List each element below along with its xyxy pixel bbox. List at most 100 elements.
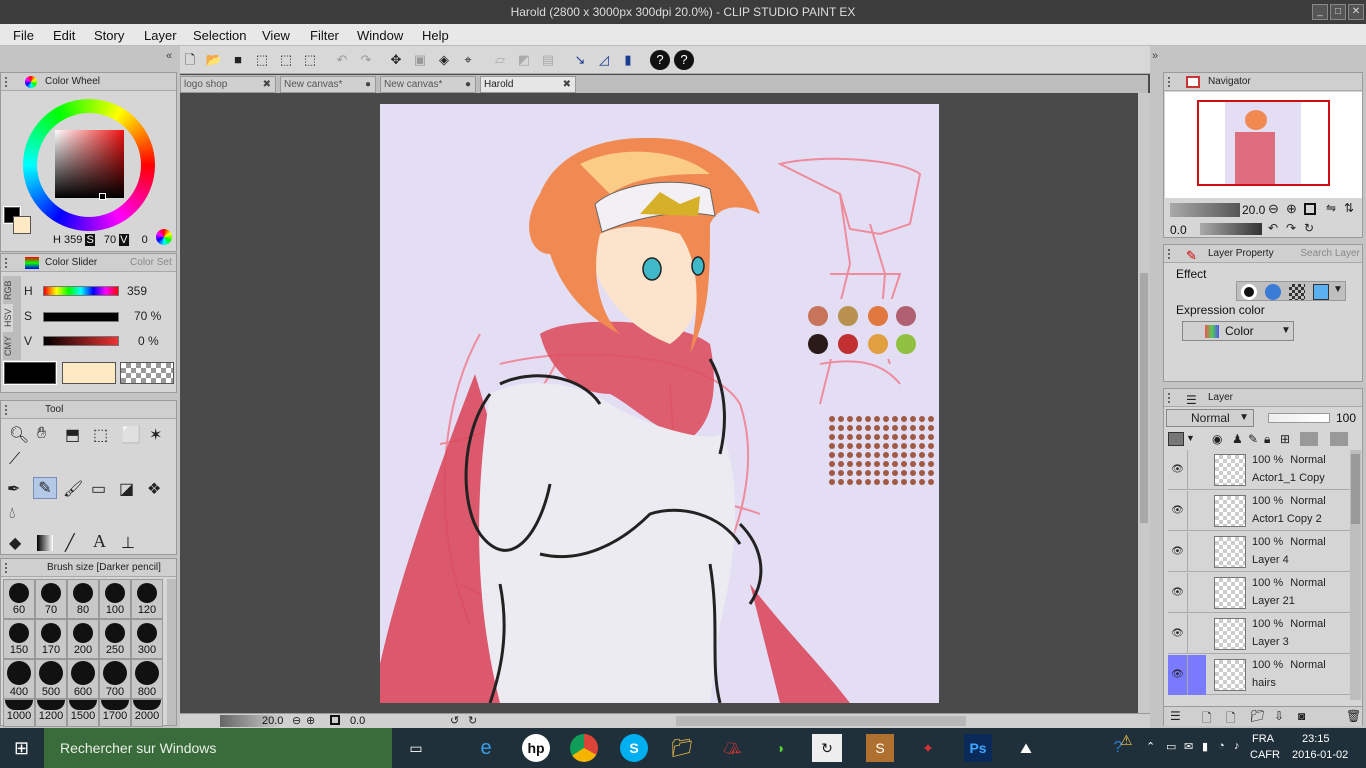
undo-icon[interactable]: ↶: [332, 50, 352, 70]
panel-grip-icon[interactable]: [5, 563, 13, 573]
brush-size-cell[interactable]: 700: [99, 659, 131, 699]
fit-view-icon[interactable]: [330, 715, 340, 725]
zoom-in-icon[interactable]: ⊕: [1286, 201, 1297, 217]
border-effect-icon[interactable]: [1241, 284, 1257, 300]
new-raster-layer-icon[interactable]: 🗋: [1202, 709, 1212, 730]
gradient-tool-icon[interactable]: [37, 535, 53, 551]
battery-icon[interactable]: ▮: [1202, 740, 1208, 753]
tab-color-slider[interactable]: Color Slider: [45, 257, 97, 268]
brush-size-cell[interactable]: 1700: [99, 699, 131, 727]
layer-menu-icon[interactable]: ☰: [1170, 709, 1181, 723]
layer-scroll-thumb[interactable]: [1351, 454, 1360, 524]
ruler-icon[interactable]: ▱: [490, 50, 510, 70]
skype-icon[interactable]: S: [620, 734, 648, 762]
tab-color-set[interactable]: Color Set: [130, 257, 172, 268]
menu-story[interactable]: Story: [94, 28, 124, 43]
brush-size-cell[interactable]: 2000: [131, 699, 163, 727]
panel-grip-icon[interactable]: [1168, 393, 1176, 403]
eye-icon[interactable]: 👁︎: [1168, 655, 1188, 695]
blend-mode-select[interactable]: Normal ▼: [1166, 409, 1254, 427]
open-icon[interactable]: 📂: [204, 50, 224, 70]
vertical-scroll-thumb[interactable]: [1140, 273, 1148, 523]
layer-row[interactable]: 👁︎ 100 % Normal Layer 4: [1168, 532, 1350, 572]
menu-edit[interactable]: Edit: [53, 28, 75, 43]
help-context-icon[interactable]: ?: [674, 50, 694, 70]
new-vector-layer-icon[interactable]: 🗋: [1226, 709, 1236, 730]
keyboard-layout[interactable]: CAFR: [1250, 749, 1280, 761]
tab-rgb[interactable]: RGB: [3, 276, 13, 304]
panel-grip-icon[interactable]: [5, 258, 13, 268]
ruler-snap-icon[interactable]: ◩: [514, 50, 534, 70]
pattern-effect-icon[interactable]: [1289, 284, 1305, 300]
vertical-scrollbar[interactable]: [1138, 93, 1150, 713]
help-icon[interactable]: ?: [650, 50, 670, 70]
collapse-left-icon[interactable]: «: [166, 50, 178, 66]
hand-tool-icon[interactable]: ✋︎: [37, 425, 46, 443]
clip-layer-icon[interactable]: ◉: [1212, 432, 1222, 446]
flip-v-icon[interactable]: ⇅: [1344, 201, 1354, 215]
slider-s[interactable]: [43, 312, 119, 322]
tray-icon[interactable]: ▭: [1166, 740, 1176, 753]
transform-icon[interactable]: ✥: [386, 50, 406, 70]
panel-grip-icon[interactable]: [1168, 77, 1176, 87]
lock-alpha-icon[interactable]: ⊞: [1280, 432, 1290, 446]
new-folder-icon[interactable]: 📁︎: [1250, 709, 1265, 723]
zoom-out-icon[interactable]: ⊖: [1268, 201, 1279, 217]
photoshop-icon[interactable]: Ps: [964, 734, 992, 762]
reset-rotate-icon[interactable]: ↻: [1304, 221, 1314, 235]
ruler-link-icon[interactable]: [1330, 432, 1348, 446]
menu-file[interactable]: File: [13, 28, 34, 43]
clip-studio-icon[interactable]: ↻: [812, 734, 842, 762]
app-icon[interactable]: ◑: [766, 734, 794, 762]
wifi-icon[interactable]: ◔: [1218, 740, 1225, 752]
decoration-tool-icon[interactable]: ❖: [147, 479, 161, 499]
lock-layer-icon[interactable]: 🔒︎: [1264, 432, 1270, 447]
brush-size-cell[interactable]: 170: [35, 619, 67, 659]
fill-icon[interactable]: ◈: [434, 50, 454, 70]
navigator-view-frame[interactable]: [1197, 100, 1330, 186]
zoom-out-icon[interactable]: ⊖: [292, 714, 301, 727]
perspective-icon[interactable]: ▤: [538, 50, 558, 70]
pen-tool-icon[interactable]: ✒︎: [7, 479, 20, 499]
warning-icon[interactable]: ⚠: [1120, 732, 1133, 749]
collapse-right-icon[interactable]: »: [1152, 50, 1166, 66]
layer-color-icon[interactable]: [1313, 284, 1329, 300]
brush-size-cell[interactable]: 150: [3, 619, 35, 659]
blend-tool-icon[interactable]: 💧︎: [9, 505, 15, 523]
select-icon[interactable]: ⬚: [252, 50, 272, 70]
pen-icon[interactable]: ↘: [570, 50, 590, 70]
tab-hsv[interactable]: HSV: [3, 304, 13, 332]
eyedropper-icon[interactable]: ⟋: [9, 451, 20, 469]
new-icon[interactable]: 🗋: [180, 50, 200, 70]
brush-size-cell[interactable]: 60: [3, 579, 35, 619]
app-icon[interactable]: ⛺︎: [718, 734, 746, 762]
panel-grip-icon[interactable]: [1168, 249, 1176, 259]
brush-size-cell[interactable]: 1000: [3, 699, 35, 727]
line-tool-icon[interactable]: ╱: [65, 533, 75, 553]
redo-icon[interactable]: ↷: [356, 50, 376, 70]
rotate-right-icon[interactable]: ↷: [1286, 221, 1296, 235]
eye-icon[interactable]: 👁︎: [1168, 573, 1188, 613]
brush-size-cell[interactable]: 800: [131, 659, 163, 699]
transparent-color-box[interactable]: [120, 362, 174, 384]
volume-icon[interactable]: ♪: [1234, 740, 1240, 752]
brush-size-cell[interactable]: 70: [35, 579, 67, 619]
fill-tool-icon[interactable]: ◆: [9, 533, 21, 553]
navigator-zoom-slider[interactable]: [1170, 203, 1240, 217]
clear-icon[interactable]: ▣: [410, 50, 430, 70]
brush-size-cell[interactable]: 400: [3, 659, 35, 699]
layer-row[interactable]: 👁︎ 100 % Normal Actor1_1 Copy: [1168, 450, 1350, 490]
expression-color-select[interactable]: Color ▼: [1182, 321, 1294, 341]
rect-select-icon[interactable]: ⬜: [121, 425, 141, 445]
brush-tool-icon[interactable]: 🖌︎: [63, 479, 83, 499]
rotate-right-icon[interactable]: ↻: [468, 714, 477, 727]
brush-size-cell[interactable]: 1500: [67, 699, 99, 727]
brush-size-cell[interactable]: 80: [67, 579, 99, 619]
eraser-tool-icon[interactable]: ◪: [119, 479, 134, 499]
tab-tool[interactable]: Tool: [45, 404, 63, 415]
taskbar-search-input[interactable]: Rechercher sur Windows: [44, 728, 392, 768]
airbrush-tool-icon[interactable]: ▭: [91, 479, 106, 499]
sv-cursor[interactable]: [99, 193, 106, 200]
color-mode-icon[interactable]: [156, 229, 172, 245]
reference-layer-icon[interactable]: ♟: [1232, 432, 1243, 446]
